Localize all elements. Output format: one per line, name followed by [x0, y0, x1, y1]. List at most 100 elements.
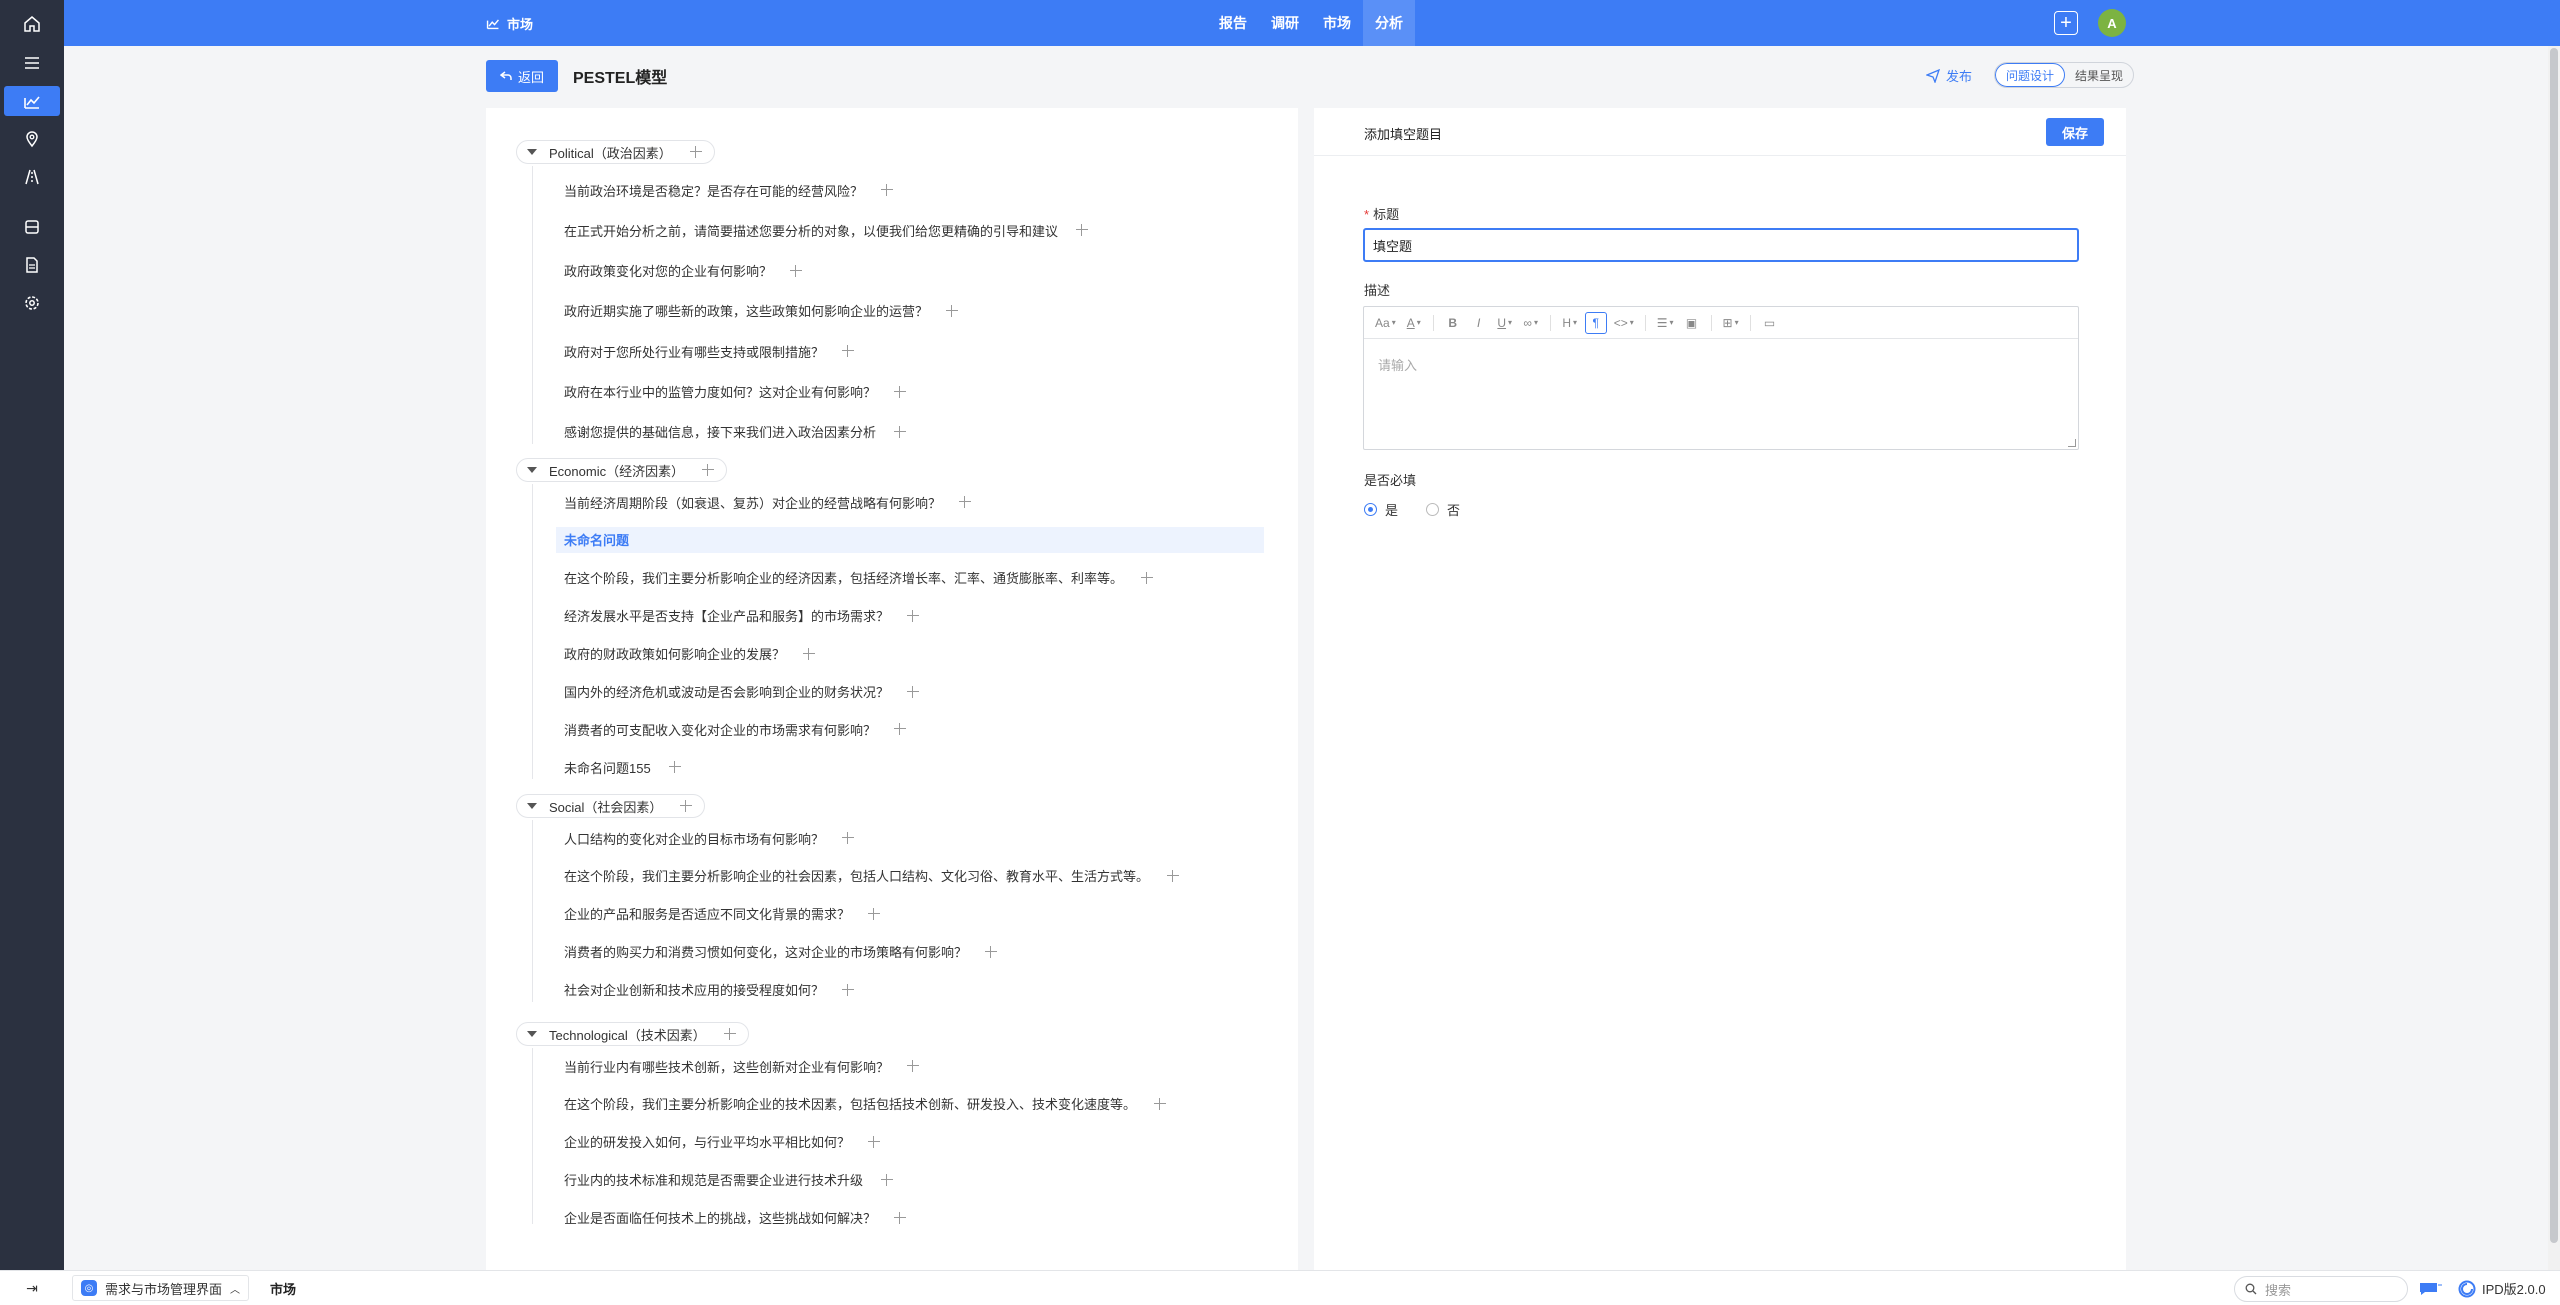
tree-group[interactable]: Technological（技术因素）	[516, 1022, 749, 1046]
radio-yes-label[interactable]: 是	[1385, 500, 1398, 519]
tree-question[interactable]: 消费者的可支配收入变化对企业的市场需求有何影响？	[564, 717, 907, 741]
add-question-icon[interactable]	[868, 907, 881, 920]
add-question-icon[interactable]	[842, 345, 855, 358]
add-question-icon[interactable]	[842, 832, 855, 844]
add-question-icon[interactable]	[907, 685, 920, 698]
add-question-icon[interactable]	[680, 800, 693, 812]
radio-yes[interactable]	[1364, 503, 1377, 516]
description-editor[interactable]: Aa ▾ A ▾ B I U ▾ ∞ ▾ H ▾ ¶ <> ▾ ☰ ▾ ▣ ⊞ ▾ ▭ 请输入	[1363, 306, 2079, 450]
add-question-icon[interactable]	[1141, 571, 1154, 584]
add-question-icon[interactable]	[907, 609, 920, 622]
link-icon[interactable]: ∞ ▾	[1520, 312, 1542, 334]
tree-question[interactable]: 在这个阶段，我们主要分析影响企业的经济因素，包括经济增长率、汇率、通货膨胀率、利…	[564, 566, 1154, 590]
avatar[interactable]: A	[2098, 9, 2126, 37]
add-question-icon[interactable]	[842, 983, 855, 996]
nav-research[interactable]: 调研	[1259, 0, 1311, 46]
tree-question[interactable]: 企业是否面临任何技术上的挑战，这些挑战如何解决？	[564, 1206, 907, 1224]
nav-market[interactable]: 市场	[1311, 0, 1363, 46]
sidebar-database[interactable]	[0, 212, 64, 242]
message-button[interactable]	[2418, 1280, 2444, 1298]
nav-report[interactable]: 报告	[1207, 0, 1259, 46]
add-question-icon[interactable]	[894, 1211, 907, 1224]
app-switcher[interactable]: ◎ 需求与市场管理界面 ︿	[72, 1275, 250, 1301]
image-icon[interactable]: ▣	[1681, 312, 1703, 334]
add-button[interactable]: +	[2054, 11, 2078, 35]
radio-no-label[interactable]: 否	[1447, 500, 1460, 519]
tree-question[interactable]: 在这个阶段，我们主要分析影响企业的社会因素，包括人口结构、文化习俗、教育水平、生…	[564, 864, 1180, 888]
tree-group[interactable]: Political（政治因素）	[516, 140, 715, 164]
add-question-icon[interactable]	[803, 647, 816, 660]
add-question-icon[interactable]	[1076, 224, 1089, 237]
tree-question[interactable]: 政府近期实施了哪些新的政策，这些政策如何影响企业的运营？	[564, 299, 959, 323]
tree-question[interactable]: 企业的研发投入如何，与行业平均水平相比如何？	[564, 1130, 881, 1154]
font-color-icon[interactable]: A ▾	[1403, 312, 1425, 334]
caret-down-icon[interactable]	[527, 467, 537, 473]
tree-question-selected[interactable]: 未命名问题	[556, 526, 1264, 553]
add-question-icon[interactable]	[689, 146, 702, 158]
tree-question[interactable]: 当前经济周期阶段（如衰退、复苏）对企业的经营战略有何影响？	[564, 490, 972, 514]
add-question-icon[interactable]	[907, 1060, 920, 1072]
heading-icon[interactable]: H ▾	[1559, 312, 1581, 334]
add-question-icon[interactable]	[668, 761, 681, 774]
list-icon[interactable]: ☰ ▾	[1654, 312, 1677, 334]
page-scrollbar[interactable]	[2548, 46, 2560, 1270]
tree-question[interactable]: 社会对企业创新和技术应用的接受程度如何？	[564, 978, 855, 1002]
app-brand[interactable]: 市场	[486, 0, 533, 46]
caret-down-icon[interactable]	[527, 149, 537, 155]
tree-group[interactable]: Social（社会因素）	[516, 794, 706, 818]
tree-question[interactable]: 企业的产品和服务是否适应不同文化背景的需求？	[564, 902, 881, 926]
template-icon[interactable]: ▭	[1759, 312, 1781, 334]
sidebar-document[interactable]	[0, 250, 64, 280]
add-question-icon[interactable]	[1154, 1097, 1167, 1110]
resize-handle[interactable]	[2068, 439, 2076, 447]
tree-question[interactable]: 国内外的经济危机或波动是否会影响到企业的财务状况？	[564, 680, 920, 704]
tree-question[interactable]: 政府对于您所处行业有哪些支持或限制措施？	[564, 339, 855, 363]
tree-question[interactable]: 未命名问题155	[564, 755, 681, 779]
font-size-icon[interactable]: Aa ▾	[1372, 312, 1399, 334]
add-question-icon[interactable]	[959, 496, 972, 508]
code-icon[interactable]: <> ▾	[1611, 312, 1637, 334]
tree-question[interactable]: 在正式开始分析之前，请简要描述您要分析的对象，以便我们给您更精确的引导和建议	[564, 218, 1089, 242]
add-question-icon[interactable]	[894, 385, 907, 398]
add-question-icon[interactable]	[985, 945, 998, 958]
tab-question-design[interactable]: 问题设计	[1995, 63, 2066, 87]
radio-no[interactable]	[1426, 503, 1440, 516]
add-question-icon[interactable]	[881, 1173, 894, 1186]
underline-icon[interactable]: U ▾	[1494, 312, 1516, 334]
add-question-icon[interactable]	[881, 184, 894, 196]
tree-question[interactable]: 政府在本行业中的监管力度如何？这对企业有何影响？	[564, 380, 907, 404]
sidebar-menu[interactable]	[0, 48, 64, 78]
bold-icon[interactable]: B	[1442, 312, 1464, 334]
tree-question[interactable]: 当前行业内有哪些技术创新，这些创新对企业有何影响？	[564, 1054, 920, 1078]
add-question-icon[interactable]	[946, 304, 959, 317]
tree-question[interactable]: 消费者的购买力和消费习惯如何变化，这对企业的市场策略有何影响？	[564, 940, 998, 964]
italic-icon[interactable]: I	[1468, 312, 1490, 334]
sidebar-home[interactable]	[0, 9, 64, 39]
caret-down-icon[interactable]	[527, 1031, 537, 1037]
add-question-icon[interactable]	[790, 264, 803, 277]
save-button[interactable]: 保存	[2046, 118, 2104, 146]
publish-button[interactable]: 发布	[1926, 66, 1972, 85]
tree-question[interactable]: 感谢您提供的基础信息，接下来我们进入政治因素分析	[564, 420, 907, 444]
nav-analysis[interactable]: 分析	[1363, 0, 1415, 46]
table-icon[interactable]: ⊞ ▾	[1720, 312, 1742, 334]
paragraph-icon[interactable]: ¶	[1584, 311, 1607, 334]
tree-group[interactable]: Economic（经济因素）	[516, 458, 728, 482]
tree-question[interactable]: 经济发展水平是否支持【企业产品和服务】的市场需求？	[564, 604, 920, 628]
sidebar-analysis[interactable]	[0, 86, 64, 116]
add-question-icon[interactable]	[894, 425, 907, 438]
back-button[interactable]: 返回	[486, 60, 558, 92]
add-question-icon[interactable]	[894, 723, 907, 736]
add-question-icon[interactable]	[702, 464, 715, 476]
add-question-icon[interactable]	[1167, 869, 1180, 882]
sidebar-location[interactable]	[0, 124, 64, 154]
title-input[interactable]: 填空题	[1363, 228, 2079, 262]
scrollbar-thumb[interactable]	[2550, 48, 2558, 1243]
sidebar-settings[interactable]	[0, 288, 64, 318]
tree-question[interactable]: 在这个阶段，我们主要分析影响企业的技术因素，包括包括技术创新、研发投入、技术变化…	[564, 1092, 1167, 1116]
sidebar-road[interactable]	[0, 162, 64, 192]
add-question-icon[interactable]	[723, 1028, 736, 1040]
caret-down-icon[interactable]	[527, 803, 537, 809]
tree-question[interactable]: 行业内的技术标准和规范是否需要企业进行技术升级	[564, 1168, 894, 1192]
search-input[interactable]: 搜索	[2234, 1276, 2408, 1302]
